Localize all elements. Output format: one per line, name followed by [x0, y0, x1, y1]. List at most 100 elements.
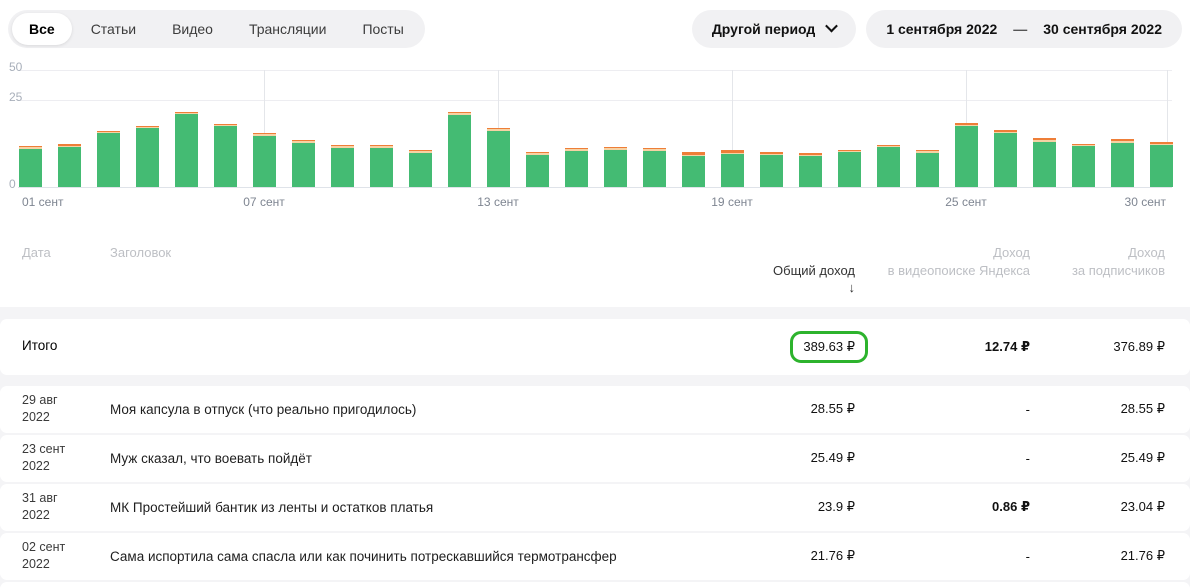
- bar-day-23[interactable]: [876, 144, 900, 187]
- bar-day-29[interactable]: [1110, 138, 1134, 187]
- date-range-picker[interactable]: 1 сентября 2022 — 30 сентября 2022: [866, 10, 1182, 48]
- bar-segment-subscribers: [603, 149, 627, 187]
- bar-segment-subscribers: [564, 150, 588, 187]
- bar-day-25[interactable]: [954, 123, 978, 187]
- date-from[interactable]: 1 сентября 2022: [886, 21, 997, 37]
- header-total-income-sort[interactable]: Общий доход ↓: [695, 244, 855, 297]
- bar-day-04[interactable]: [135, 125, 159, 187]
- bar-day-18[interactable]: [681, 152, 705, 187]
- table-row[interactable]: 31 авг 2022 МК Простейший бантик из ленты …: [0, 483, 1190, 531]
- row-video-income: 0.86 ₽: [992, 499, 1030, 515]
- period-dropdown[interactable]: Другой период: [691, 10, 857, 48]
- date-separator: —: [1013, 21, 1028, 37]
- bar-day-10[interactable]: [369, 145, 393, 187]
- bar-day-01[interactable]: [18, 146, 42, 187]
- table-header: Дата Заголовок Общий доход ↓ Доход в вид…: [0, 232, 1190, 307]
- x-tick-5: 25 сент: [945, 195, 987, 209]
- bar-segment-subscribers: [642, 150, 666, 187]
- x-tick-4: 19 сент: [711, 195, 753, 209]
- bar-segment-subscribers: [57, 147, 81, 187]
- bar-day-24[interactable]: [915, 149, 939, 187]
- bar-day-03[interactable]: [96, 130, 120, 187]
- bar-segment-subscribers: [720, 154, 744, 187]
- bar-segment-subscribers: [96, 133, 120, 187]
- bar-day-27[interactable]: [1032, 137, 1056, 187]
- bar-segment-subscribers: [798, 156, 822, 187]
- bar-segment-subscribers: [759, 155, 783, 187]
- totals-total-income: 389.63 ₽: [803, 338, 855, 354]
- bar-day-14[interactable]: [525, 151, 549, 187]
- header-video-income: Доход в видеопоиске Яндекса: [887, 245, 1030, 278]
- bar-segment-subscribers: [291, 142, 315, 187]
- bar-segment-subscribers: [876, 147, 900, 187]
- income-table: Дата Заголовок Общий доход ↓ Доход в вид…: [0, 232, 1190, 588]
- row-subscriber-income: 23.04 ₽: [1120, 499, 1165, 515]
- bar-day-05[interactable]: [174, 111, 198, 187]
- bar-day-02[interactable]: [57, 143, 81, 187]
- bar-segment-subscribers: [213, 126, 237, 187]
- bar-segment-subscribers: [252, 135, 276, 187]
- bar-day-15[interactable]: [564, 147, 588, 187]
- bar-day-20[interactable]: [759, 151, 783, 187]
- bar-day-13[interactable]: [486, 127, 510, 187]
- totals-video-income: 12.74 ₽: [984, 338, 1030, 354]
- bar-segment-subscribers: [525, 154, 549, 187]
- x-tick-2: 07 сент: [243, 195, 285, 209]
- bar-day-09[interactable]: [330, 145, 354, 187]
- tab-all[interactable]: Все: [12, 13, 72, 45]
- bar-day-08[interactable]: [291, 139, 315, 187]
- bar-day-19[interactable]: [720, 150, 744, 187]
- bar-day-11[interactable]: [408, 149, 432, 187]
- totals-label: Итого: [22, 338, 58, 354]
- sort-desc-icon: ↓: [848, 280, 856, 296]
- bar-day-26[interactable]: [993, 130, 1017, 187]
- bar-segment-subscribers: [837, 152, 861, 187]
- table-row[interactable]: 29 авг 2022 Моя капсула в отпуск (что реал…: [0, 385, 1190, 433]
- row-title[interactable]: Моя капсула в отпуск (что реально пригод…: [110, 402, 695, 417]
- tab-video[interactable]: Видео: [155, 13, 230, 45]
- bar-day-12[interactable]: [447, 112, 471, 187]
- bar-segment-subscribers: [369, 147, 393, 187]
- zen-studio-stats-page: Все Статьи Видео Трансляции Посты Другой пер…: [0, 0, 1190, 588]
- row-video-income: -: [1025, 401, 1030, 417]
- bar-segment-subscribers: [486, 130, 510, 187]
- bar-segment-subscribers: [1032, 141, 1056, 187]
- bar-day-07[interactable]: [252, 133, 276, 187]
- table-row[interactable]: 27 авг2022Спонтанные пошивы - самые душе…: [0, 581, 1190, 588]
- bar-segment-subscribers: [915, 152, 939, 187]
- totals-row: Итого 389.63 ₽ 12.74 ₽ 376.89 ₽: [0, 318, 1190, 375]
- date-to[interactable]: 30 сентября 2022: [1043, 21, 1162, 37]
- bar-day-30[interactable]: [1149, 142, 1173, 187]
- tab-streams[interactable]: Трансляции: [232, 13, 343, 45]
- x-tick-1: 01 сент: [22, 195, 64, 209]
- bar-segment-subscribers: [330, 147, 354, 187]
- bar-day-17[interactable]: [642, 148, 666, 187]
- bar-day-22[interactable]: [837, 149, 861, 187]
- tab-posts[interactable]: Посты: [345, 13, 420, 45]
- bar-day-06[interactable]: [213, 123, 237, 187]
- row-title[interactable]: Сама испортила сама спасла или как почин…: [110, 549, 695, 564]
- x-tick-3: 13 сент: [477, 195, 519, 209]
- row-total-income: 28.55 ₽: [810, 401, 855, 417]
- row-subscriber-income: 21.76 ₽: [1120, 548, 1165, 564]
- period-controls: Другой период 1 сентября 2022 — 30 сентя…: [691, 10, 1182, 48]
- top-bar: Все Статьи Видео Трансляции Посты Другой пер…: [0, 0, 1190, 48]
- bar-day-28[interactable]: [1071, 143, 1095, 187]
- bar-segment-subscribers: [447, 114, 471, 187]
- bar-segment-subscribers: [993, 133, 1017, 187]
- bar-day-21[interactable]: [798, 152, 822, 187]
- row-date: 02 сент 2022: [22, 539, 66, 572]
- row-date: 23 сент 2022: [22, 441, 66, 474]
- bar-segment-subscribers: [954, 126, 978, 187]
- table-row[interactable]: 23 сент 2022 Муж сказал, что воевать пойдё…: [0, 434, 1190, 482]
- row-title[interactable]: Муж сказал, что воевать пойдёт: [110, 451, 695, 466]
- tab-articles[interactable]: Статьи: [74, 13, 153, 45]
- bar-segment-subscribers: [135, 128, 159, 187]
- bar-day-16[interactable]: [603, 147, 627, 187]
- table-row[interactable]: 02 сент 2022 Сама испортила сама спасла ил…: [0, 532, 1190, 580]
- row-title[interactable]: МК Простейший бантик из ленты и остатков…: [110, 500, 695, 515]
- bar-segment-subscribers: [1149, 145, 1173, 187]
- row-total-income: 21.76 ₽: [810, 548, 855, 564]
- bar-segment-subscribers: [1110, 142, 1134, 187]
- row-video-income: -: [1025, 450, 1030, 466]
